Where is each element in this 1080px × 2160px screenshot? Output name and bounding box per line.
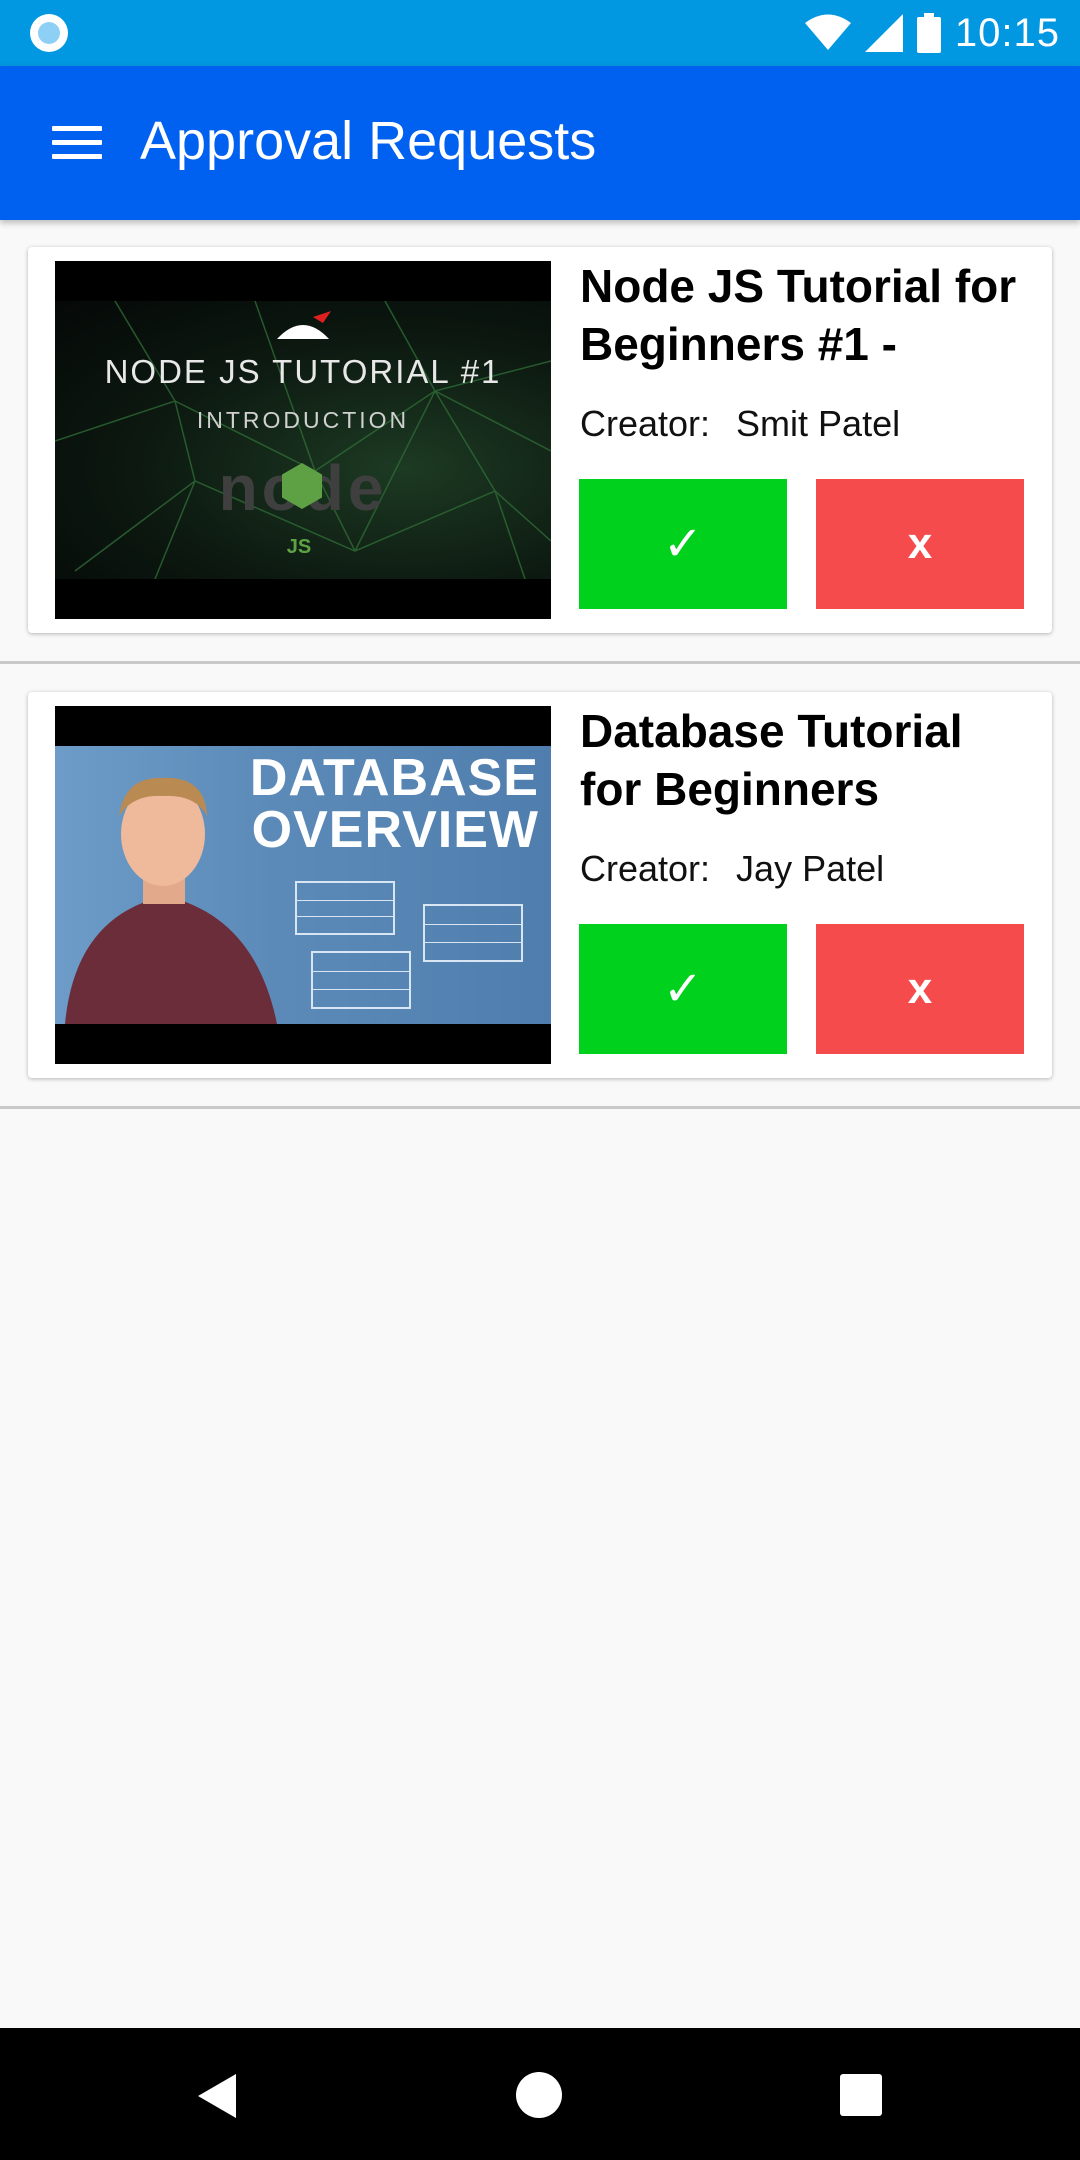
video-thumbnail[interactable]: NODE JS TUTORIAL #1 INTRODUCTION node JS — [55, 261, 551, 619]
app-bar: Approval Requests — [0, 66, 1080, 220]
video-title: Node JS Tutorial for Beginners #1 - — [580, 260, 1017, 370]
table-graphic — [311, 951, 411, 1009]
notification-dot-icon — [30, 14, 68, 52]
thumbnail-line1: DATABASE — [249, 749, 539, 807]
creator-label: Creator: — [580, 403, 711, 444]
thumbnail-title: DATABASE OVERVIEW — [250, 752, 539, 856]
video-thumbnail[interactable]: DATABASE OVERVIEW — [55, 706, 551, 1064]
cell-signal-icon — [864, 14, 903, 52]
video-title: Database Tutorial for Beginners — [580, 705, 963, 815]
status-icons: 10:15 — [804, 0, 1060, 66]
reject-button[interactable]: x — [816, 479, 1024, 609]
table-graphic — [295, 881, 395, 935]
wifi-icon — [804, 14, 851, 52]
recents-icon[interactable] — [840, 2074, 882, 2116]
thumbnail-line1: NODE JS TUTORIAL #1 — [104, 353, 502, 390]
approve-button[interactable]: ✓ — [579, 479, 787, 609]
thumbnail-image: DATABASE OVERVIEW — [55, 746, 551, 1024]
navigation-bar — [0, 2028, 1080, 2160]
list-divider — [0, 661, 1080, 664]
list-divider — [0, 1106, 1080, 1109]
status-time: 10:15 — [954, 10, 1060, 55]
battery-icon — [916, 13, 941, 53]
thumbnail-line2: INTRODUCTION — [196, 407, 410, 433]
menu-icon[interactable] — [44, 116, 110, 172]
approval-card: DATABASE OVERVIEW Database Tutorial for … — [28, 692, 1052, 1078]
thumbnail-line2: OVERVIEW — [251, 801, 539, 859]
creator-row: Creator: Smit Patel — [580, 403, 926, 445]
status-bar: 10:15 — [0, 0, 1080, 66]
approval-card: NODE JS TUTORIAL #1 INTRODUCTION node JS… — [28, 247, 1052, 633]
approve-button[interactable]: ✓ — [579, 924, 787, 1054]
js-logo-icon: JS — [286, 536, 312, 558]
creator-row: Creator: Jay Patel — [580, 848, 910, 890]
table-graphic — [423, 904, 523, 962]
thumbnail-image: NODE JS TUTORIAL #1 INTRODUCTION node JS — [55, 301, 551, 579]
reject-button[interactable]: x — [816, 924, 1024, 1054]
ninja-logo-icon — [277, 311, 331, 339]
creator-label: Creator: — [580, 848, 711, 889]
creator-name: Smit Patel — [736, 403, 901, 444]
home-icon[interactable] — [516, 2072, 562, 2118]
page-title: Approval Requests — [140, 111, 597, 171]
back-icon[interactable] — [196, 2072, 240, 2120]
creator-name: Jay Patel — [736, 848, 885, 889]
